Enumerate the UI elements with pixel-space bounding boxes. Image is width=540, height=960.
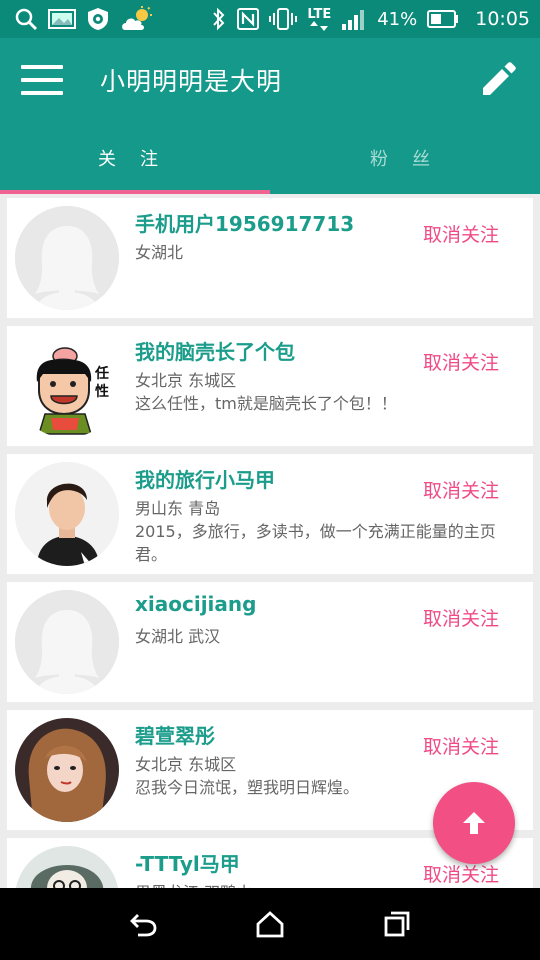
user-card[interactable]: 我的旅行小马甲 男山东 青岛 2015，多旅行，多读书，做一个充满正能量的主页君…	[7, 454, 533, 574]
tab-following-label: 关注	[98, 149, 182, 170]
user-name[interactable]: 碧萱翠彤	[135, 720, 215, 749]
default-avatar[interactable]	[15, 206, 119, 310]
weather-icon	[120, 6, 154, 31]
lte-icon: LTE	[307, 7, 331, 31]
unfollow-button[interactable]: 取消关注	[423, 476, 499, 503]
user-bio: 2015，多旅行，多读书，做一个充满正能量的主页君。	[135, 522, 496, 564]
app-bar: 小明明明是大明	[0, 38, 540, 122]
user-name[interactable]: 我的脑壳长了个包	[135, 336, 295, 365]
recents-button[interactable]	[367, 894, 427, 954]
back-button[interactable]	[113, 894, 173, 954]
user-location: 女北京 东城区	[135, 755, 237, 774]
user-bio: 忍我今日流氓，塑我明日辉煌。	[135, 778, 360, 797]
user-card[interactable]: xiaocijiang 女湖北 武汉 取消关注	[7, 582, 533, 702]
shield-icon	[86, 7, 110, 31]
default-avatar[interactable]	[15, 590, 119, 694]
tab-fans[interactable]: 粉丝	[270, 122, 540, 194]
user-card[interactable]: 任 性 我的脑壳长了个包 女北京 东城区 这么任性，tm就是脑壳长了个包！！ 取…	[7, 326, 533, 446]
status-bar: LTE 41% 10:05	[0, 0, 540, 38]
user-location: 女湖北 武汉	[135, 627, 221, 646]
photo-avatar[interactable]	[15, 462, 119, 566]
unfollow-button[interactable]: 取消关注	[423, 348, 499, 375]
home-button[interactable]	[240, 894, 300, 954]
recents-icon	[384, 911, 410, 937]
photo-avatar[interactable]	[15, 718, 119, 822]
system-nav-bar	[0, 888, 540, 960]
user-name[interactable]: 手机用户1956917713	[135, 208, 354, 237]
user-name[interactable]: 我的旅行小马甲	[135, 464, 275, 493]
user-location: 女湖北	[135, 243, 184, 262]
tab-fans-label: 粉丝	[370, 149, 454, 170]
menu-button[interactable]	[0, 38, 84, 122]
svg-text:任: 任	[94, 365, 109, 382]
back-icon	[130, 914, 157, 937]
unfollow-button[interactable]: 取消关注	[423, 732, 499, 759]
nfc-icon	[237, 7, 260, 31]
tab-following[interactable]: 关注	[0, 122, 270, 194]
hamburger-menu-icon	[21, 65, 63, 95]
bluetooth-icon	[211, 7, 227, 31]
pencil-icon	[483, 62, 516, 95]
svg-text:性: 性	[95, 383, 109, 400]
unfollow-button[interactable]: 取消关注	[423, 220, 499, 247]
user-name[interactable]: xiaocijiang	[135, 592, 256, 616]
clock: 10:05	[475, 8, 530, 30]
unfollow-button[interactable]: 取消关注	[423, 604, 499, 631]
user-location: 男山东 青岛	[135, 499, 221, 518]
vibrate-icon	[269, 7, 298, 31]
user-location: 男黑龙江 双鸭山	[135, 879, 252, 888]
user-bio: 这么任性，tm就是脑壳长了个包！！	[135, 394, 397, 413]
arrow-up-icon	[463, 812, 485, 834]
page-title: 小明明明是大明	[100, 67, 283, 96]
search-icon	[14, 7, 38, 31]
unfollow-button[interactable]: 取消关注	[423, 860, 499, 887]
battery-percent: 41%	[377, 8, 418, 30]
battery-icon	[427, 7, 459, 31]
photo-icon	[48, 7, 76, 31]
tab-bar: 关注 粉丝	[0, 122, 540, 194]
scroll-top-button[interactable]	[433, 782, 515, 864]
user-name[interactable]: -TTTyl马甲	[135, 848, 240, 877]
edit-button[interactable]	[456, 38, 540, 122]
illustration-avatar[interactable]	[15, 846, 119, 888]
user-card[interactable]: 手机用户1956917713 女湖北 取消关注	[7, 198, 533, 318]
signal-icon	[341, 7, 367, 31]
home-icon	[256, 911, 284, 938]
user-location: 女北京 东城区	[135, 371, 237, 390]
cartoon-avatar[interactable]: 任 性	[15, 334, 119, 438]
